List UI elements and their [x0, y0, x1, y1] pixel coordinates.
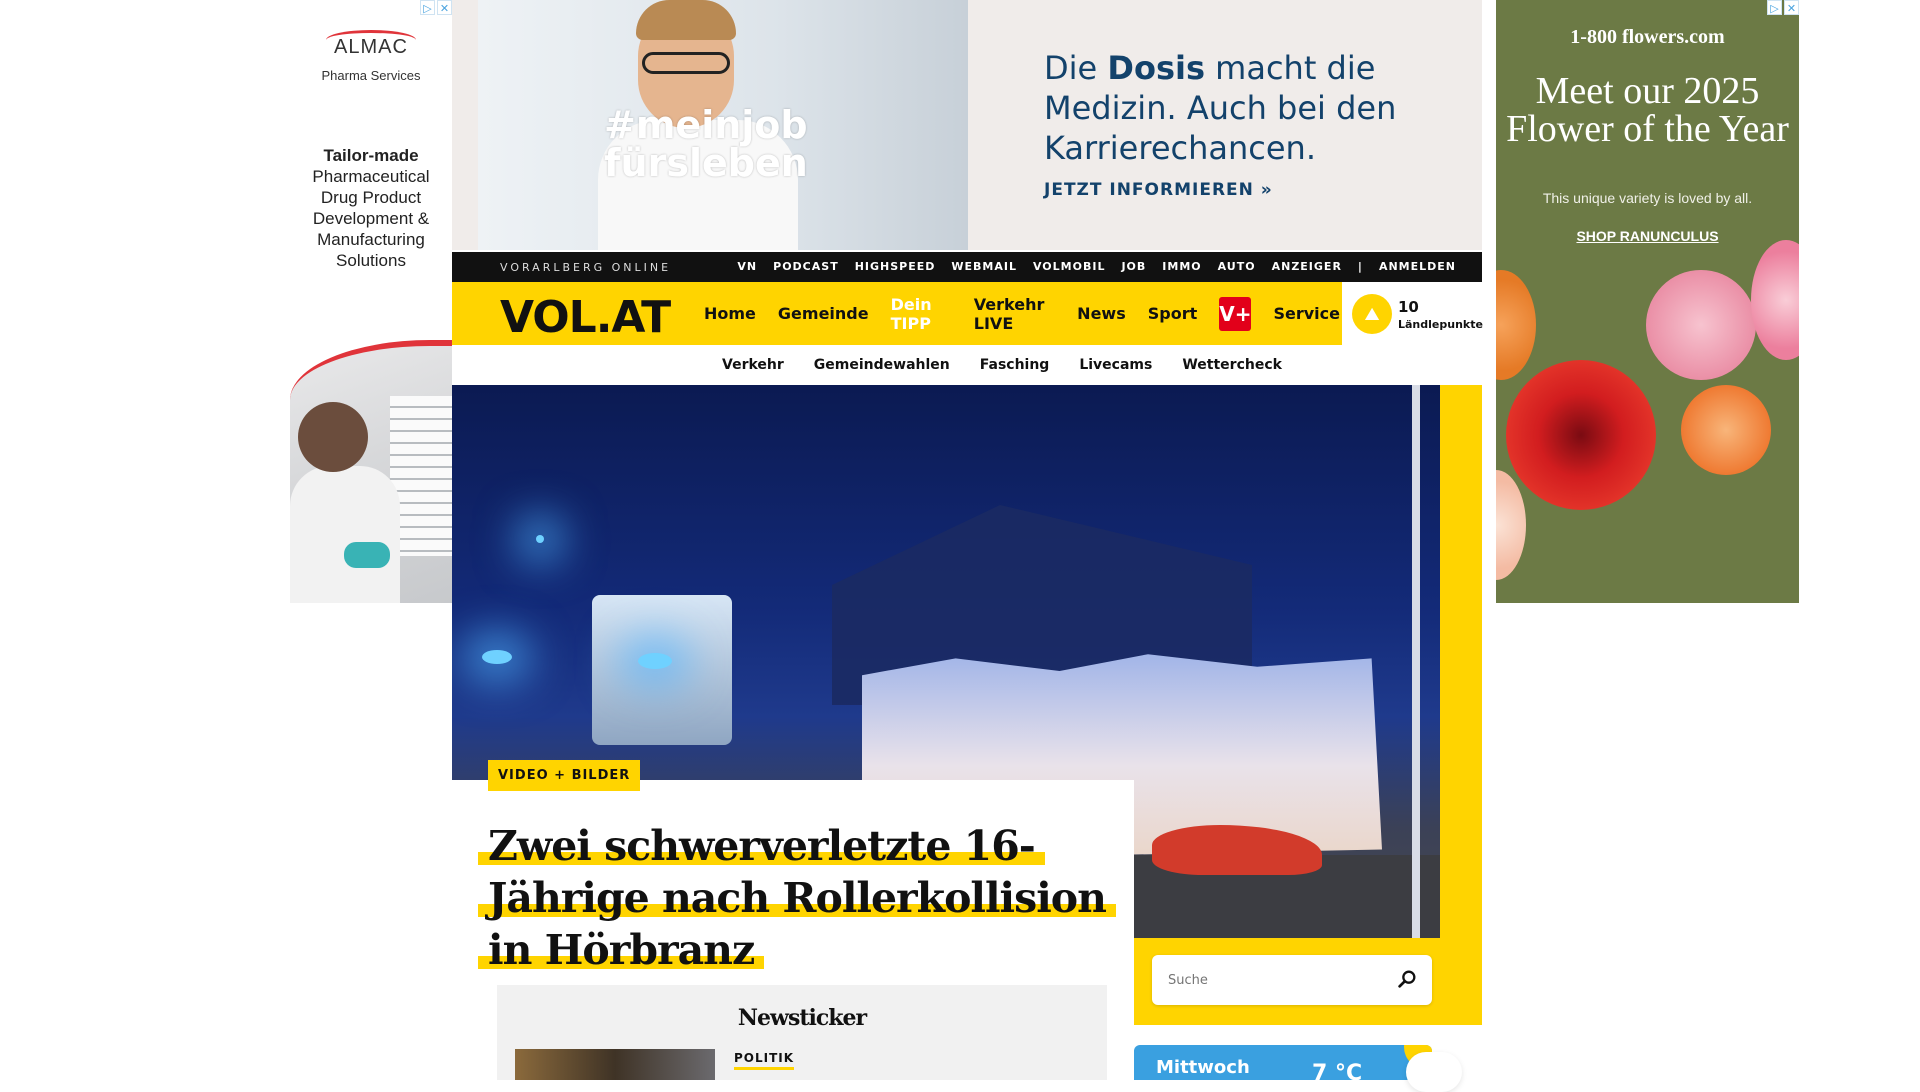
nav-item-dein-tipp[interactable]: Dein TIPP [891, 295, 952, 333]
topbar-link-auto[interactable]: AUTO [1218, 260, 1256, 273]
flower-orange [1681, 385, 1771, 475]
subnav-item-wettercheck[interactable]: Wettercheck [1182, 357, 1282, 373]
flower-cream [1496, 470, 1526, 580]
nav-item-service[interactable]: Service [1273, 304, 1340, 323]
weather-day: Mittwoch [1156, 1057, 1250, 1078]
glove [344, 542, 390, 568]
street-pole [1412, 385, 1420, 938]
topbar-separator: | [1357, 260, 1363, 273]
glasses-icon [642, 52, 730, 74]
topbar-brand: VORARLBERG ONLINE [500, 261, 672, 274]
article-kicker: VIDEO + BILDER [488, 760, 641, 791]
nav-item-sport[interactable]: Sport [1148, 304, 1198, 323]
flower-orange-left [1496, 270, 1536, 380]
subnav-item-gemeindewahlen[interactable]: Gemeindewahlen [814, 357, 950, 373]
ad-headline: Tailor-made Pharmaceutical Drug Product … [294, 145, 448, 271]
nav-item-verkehr-live[interactable]: Verkehr LIVE [974, 295, 1055, 333]
article-headline[interactable]: Zwei schwerverletzte 16-Jährige nach Rol… [478, 820, 1118, 976]
flower-red [1506, 360, 1656, 510]
vplus-button[interactable]: V+ [1219, 296, 1252, 331]
site-topbar: VORARLBERG ONLINE VN PODCAST HIGHSPEED W… [452, 252, 1482, 282]
nav-item-news[interactable]: News [1077, 304, 1126, 323]
search-box [1152, 955, 1432, 1005]
flower-pink [1646, 270, 1756, 380]
ad-info-icon[interactable]: ▷ [1767, 0, 1782, 15]
topbar-link-highspeed[interactable]: HIGHSPEED [855, 260, 936, 273]
cloud-icon [1406, 1052, 1462, 1092]
ad-photo-scientist [290, 340, 452, 603]
laendlepunkte-widget[interactable]: ⛰ 10 Ländlepunkte [1340, 282, 1483, 345]
points-value: 10 [1398, 298, 1419, 316]
subnav-item-verkehr[interactable]: Verkehr [722, 357, 784, 373]
ad-cta-button[interactable]: JETZT INFORMIEREN » [1044, 180, 1273, 200]
search-input[interactable] [1168, 969, 1388, 991]
topbar-link-podcast[interactable]: PODCAST [773, 260, 839, 273]
ad-choices[interactable]: ▷ ✕ [1767, 0, 1799, 15]
topbar-link-webmail[interactable]: WEBMAIL [951, 260, 1017, 273]
nav-item-gemeinde[interactable]: Gemeinde [778, 304, 869, 323]
ad-headline: Meet our 2025 Flower of the Year [1506, 70, 1789, 150]
topbar-link-vn[interactable]: VN [737, 260, 757, 273]
main-nav: VOL.AT Home Gemeinde Dein TIPP Verkehr L… [452, 282, 1340, 345]
ad-logo: 1-800 flowers.com [1570, 26, 1725, 48]
ad-choices[interactable]: ▷ ✕ [418, 0, 452, 16]
blue-light [482, 650, 512, 664]
ad-copy-bold: Dosis [1107, 49, 1205, 87]
ad-photo-pharmacist: #meinjob fürsleben [478, 0, 968, 250]
close-icon[interactable]: ✕ [437, 0, 452, 15]
ad-tagline: This unique variety is loved by all. [1542, 190, 1753, 206]
flower-pink-right [1751, 240, 1799, 360]
scientist-head [298, 402, 368, 472]
article-headline-text[interactable]: Zwei schwerverletzte 16-Jährige nach Rol… [478, 822, 1116, 974]
subnav-item-livecams[interactable]: Livecams [1079, 357, 1152, 373]
mountain-icon: ⛰ [1352, 294, 1392, 334]
lab-coat [290, 466, 400, 603]
nav-item-home[interactable]: Home [704, 304, 756, 323]
ad-info-icon[interactable]: ▷ [420, 0, 435, 15]
ad-headline-bold: Tailor-made [323, 146, 419, 165]
ad-cta-link[interactable]: SHOP RANUNCULUS [1496, 228, 1799, 244]
site-logo[interactable]: VOL.AT [500, 292, 671, 343]
main-nav-items: Home Gemeinde Dein TIPP Verkehr LIVE New… [704, 282, 1340, 345]
newsticker-thumbnail[interactable] [515, 1049, 715, 1080]
close-icon[interactable]: ✕ [1784, 0, 1799, 15]
sub-nav-items: Verkehr Gemeindewahlen Fasching Livecams… [722, 357, 1282, 373]
right-ad-banner[interactable]: ▷ ✕ 1-800 flowers.com Meet our 2025 Flow… [1496, 0, 1799, 603]
topbar-link-job[interactable]: JOB [1121, 260, 1146, 273]
ad-copy: Die Dosis macht die Medizin. Auch bei de… [1044, 48, 1404, 168]
newsticker-title: Newsticker [737, 1005, 867, 1031]
ad-hashtag: #meinjob fürsleben [604, 103, 808, 185]
blue-light [536, 535, 544, 543]
topbar-links: VN PODCAST HIGHSPEED WEBMAIL VOLMOBIL JO… [737, 260, 1456, 273]
sub-nav: Verkehr Gemeindewahlen Fasching Livecams… [452, 345, 1482, 385]
ad-brand: ALMAC [334, 36, 408, 58]
weather-temp: 7 °C [1312, 1061, 1363, 1080]
left-ad-banner[interactable]: ▷ ✕ ALMAC Pharma Services Tailor-made Ph… [290, 0, 452, 603]
login-link[interactable]: ANMELDEN [1379, 260, 1456, 273]
subnav-item-fasching[interactable]: Fasching [980, 357, 1050, 373]
ad-copy-pre: Die [1044, 49, 1108, 87]
hair [636, 0, 736, 40]
topbar-link-immo[interactable]: IMMO [1162, 260, 1201, 273]
top-ad-banner[interactable]: #meinjob fürsleben Die Dosis macht die M… [452, 0, 1482, 250]
topbar-link-anzeiger[interactable]: ANZEIGER [1272, 260, 1342, 273]
newsticker-category[interactable]: POLITIK [734, 1051, 795, 1070]
ad-headline-rest: Pharmaceutical Drug Product Development … [312, 167, 430, 270]
search-icon[interactable] [1396, 968, 1418, 990]
points-label: Ländlepunkte [1398, 318, 1483, 331]
ad-brand-sub: Pharma Services [321, 68, 421, 83]
newsticker: Newsticker POLITIK [497, 985, 1107, 1080]
ambulance [592, 595, 732, 745]
topbar-link-volmobil[interactable]: VOLMOBIL [1033, 260, 1105, 273]
blue-light [638, 653, 672, 669]
weather-widget[interactable]: Mittwoch 7 °C [1134, 1045, 1432, 1080]
